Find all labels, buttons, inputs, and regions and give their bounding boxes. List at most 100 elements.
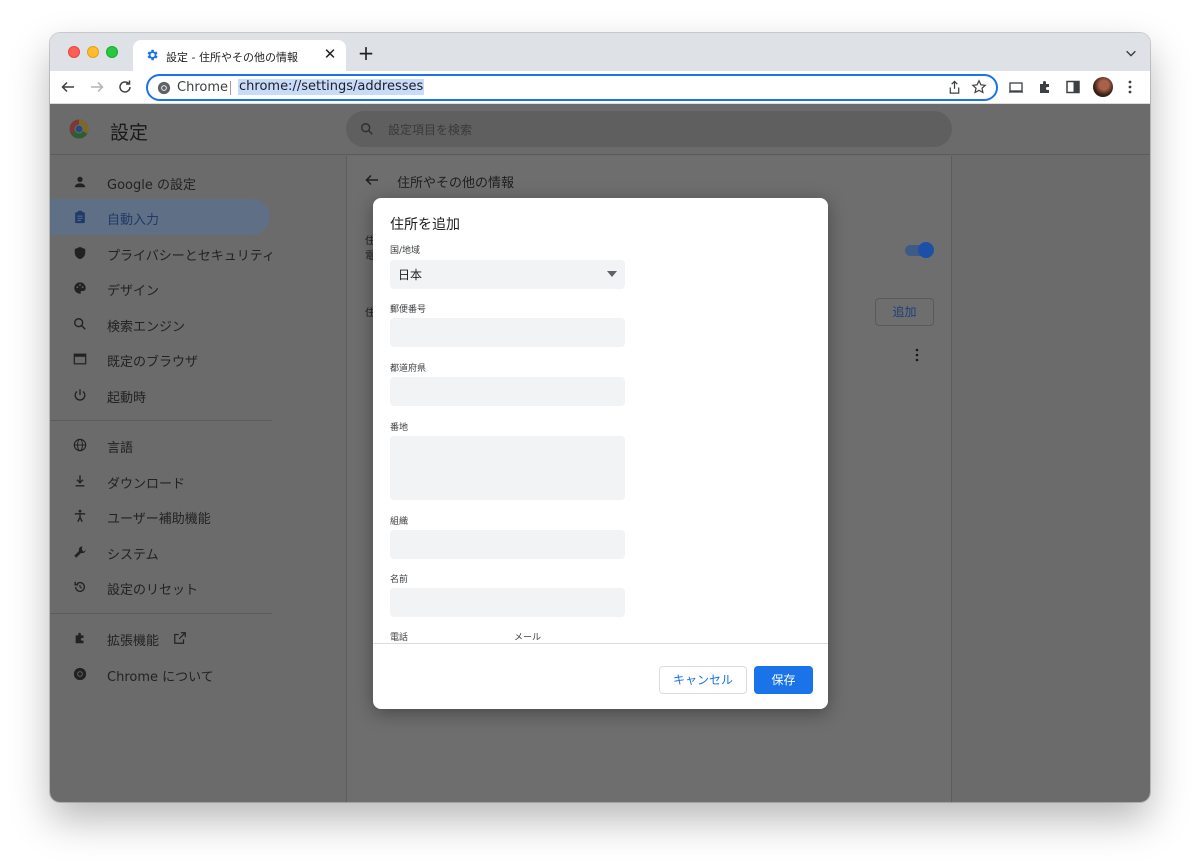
more-actions-icon[interactable] (912, 348, 922, 362)
sidebar-item-system[interactable]: システム (50, 534, 270, 570)
globe-icon (73, 438, 87, 452)
country-select[interactable]: 日本 (390, 260, 625, 289)
share-icon[interactable] (947, 80, 962, 95)
sidebar-item-label: 検索エンジン (107, 320, 186, 335)
sidebar-item-label: プライバシーとセキュリティ (107, 249, 275, 264)
tab-settings[interactable]: 設定 - 住所やその他の情報 ✕ (133, 40, 346, 71)
cast-icon[interactable] (1008, 79, 1024, 95)
sidebar-item-label: ダウンロード (107, 477, 186, 492)
sidebar-item-on-startup[interactable]: 起動時 (50, 377, 270, 413)
search-icon (74, 318, 86, 330)
shield-icon (74, 246, 86, 260)
sidebar-item-appearance[interactable]: デザイン (50, 270, 270, 306)
postal-code-label: 郵便番号 (390, 305, 427, 315)
postal-code-field[interactable] (390, 318, 625, 347)
settings-sidebar: Google の設定 自動入力 プライバシーとセキュリティ デザイン 検索エンジ… (50, 156, 346, 802)
sidebar-item-privacy[interactable]: プライバシーとセキュリティ (50, 235, 275, 271)
toolbar: Chrome chrome://settings/addresses (50, 71, 1150, 104)
street-address-field[interactable] (390, 436, 625, 500)
search-icon (361, 123, 373, 135)
settings-title: 設定 (110, 122, 149, 144)
more-menu-icon[interactable] (1122, 79, 1138, 95)
sidebar-item-label: 拡張機能 (107, 634, 160, 649)
close-tab-icon[interactable]: ✕ (321, 45, 339, 63)
sidebar-item-label: 既定のブラウザ (107, 355, 199, 370)
new-tab-button[interactable]: + (356, 43, 376, 63)
sidebar-item-accessibility[interactable]: ユーザー補助機能 (50, 498, 270, 534)
search-placeholder: 設定項目を検索 (388, 123, 473, 137)
sidebar-item-label: Google の設定 (107, 178, 196, 193)
omnibox-separator (230, 81, 231, 95)
dialog-divider (373, 643, 828, 644)
reload-icon[interactable] (117, 79, 133, 95)
sidebar-item-languages[interactable]: 言語 (50, 427, 270, 463)
add-address-button[interactable]: 追加 (875, 298, 934, 326)
puzzle-icon (75, 632, 84, 644)
address-bar[interactable]: Chrome chrome://settings/addresses (146, 74, 998, 101)
settings-header: 設定 設定項目を検索 (50, 104, 1150, 155)
sidebar-item-search-engine[interactable]: 検索エンジン (50, 306, 270, 342)
download-icon (75, 475, 85, 487)
settings-search[interactable]: 設定項目を検索 (346, 111, 952, 147)
chrome-icon (73, 667, 87, 681)
chrome-logo-icon (69, 119, 89, 139)
sidebar-item-label: 設定のリセット (107, 583, 199, 598)
add-address-dialog: 住所を追加 国/地域 日本 郵便番号 都道府県 番地 組織 名前 電話 メール … (373, 198, 828, 709)
chrome-icon (157, 81, 171, 95)
street-address-label: 番地 (390, 423, 409, 433)
chevron-down-icon[interactable] (1124, 46, 1138, 60)
sidebar-item-label: 言語 (107, 441, 134, 456)
dialog-title: 住所を追加 (390, 217, 460, 233)
dropdown-arrow-icon (607, 271, 617, 277)
browser-icon (73, 353, 87, 365)
save-button[interactable]: 保存 (754, 666, 813, 694)
sidebar-item-autofill[interactable]: 自動入力 (50, 199, 270, 235)
forward-icon[interactable] (89, 79, 105, 95)
open-in-new-icon (174, 632, 186, 644)
organization-field[interactable] (390, 530, 625, 559)
close-window-button[interactable] (68, 46, 80, 58)
country-value: 日本 (398, 268, 423, 282)
sidebar-item-default-browser[interactable]: 既定のブラウザ (50, 341, 270, 377)
prefecture-field[interactable] (390, 377, 625, 406)
tab-title: 設定 - 住所やその他の情報 (166, 51, 298, 64)
zoom-window-button[interactable] (106, 46, 118, 58)
sidebar-item-google[interactable]: Google の設定 (50, 164, 270, 200)
bookmark-star-icon[interactable] (971, 79, 987, 95)
prefecture-label: 都道府県 (390, 364, 427, 374)
subpage-title: 住所やその他の情報 (397, 176, 515, 191)
sidebar-item-downloads[interactable]: ダウンロード (50, 463, 270, 499)
sidebar-item-label: システム (107, 548, 159, 563)
phone-label: 電話 (390, 633, 409, 643)
sidebar-divider (50, 613, 272, 614)
country-label: 国/地域 (390, 246, 421, 256)
url-text[interactable]: chrome://settings/addresses (238, 79, 425, 95)
omnibox-chip: Chrome (177, 80, 228, 95)
toggle-knob (918, 242, 934, 258)
tab-strip: 設定 - 住所やその他の情報 ✕ + (50, 33, 1150, 71)
sidebar-item-about-chrome[interactable]: Chrome について (50, 656, 270, 692)
sidebar-item-label: ユーザー補助機能 (107, 512, 211, 527)
sidebar-item-label: デザイン (107, 284, 160, 299)
sidebar-item-label: 起動時 (107, 391, 147, 406)
sidebar-item-label: Chrome について (107, 670, 214, 685)
back-arrow-icon[interactable] (364, 172, 380, 188)
sidebar-item-label: 自動入力 (107, 213, 160, 228)
minimize-window-button[interactable] (87, 46, 99, 58)
side-panel-icon[interactable] (1065, 79, 1081, 95)
sidebar-item-extensions[interactable]: 拡張機能 (50, 620, 270, 656)
extensions-puzzle-icon[interactable] (1037, 79, 1053, 95)
profile-avatar[interactable] (1093, 77, 1113, 97)
settings-gear-icon (147, 49, 158, 61)
organization-label: 組織 (390, 517, 409, 527)
name-field[interactable] (390, 588, 625, 617)
reset-icon (74, 581, 86, 592)
palette-icon (74, 282, 86, 294)
cancel-button[interactable]: キャンセル (659, 666, 747, 694)
sidebar-divider (50, 420, 272, 421)
wrench-icon (74, 546, 86, 558)
back-icon[interactable] (60, 79, 76, 95)
email-label: メール (514, 633, 542, 643)
sidebar-item-reset[interactable]: 設定のリセット (50, 569, 270, 605)
clipboard-icon (75, 210, 85, 224)
